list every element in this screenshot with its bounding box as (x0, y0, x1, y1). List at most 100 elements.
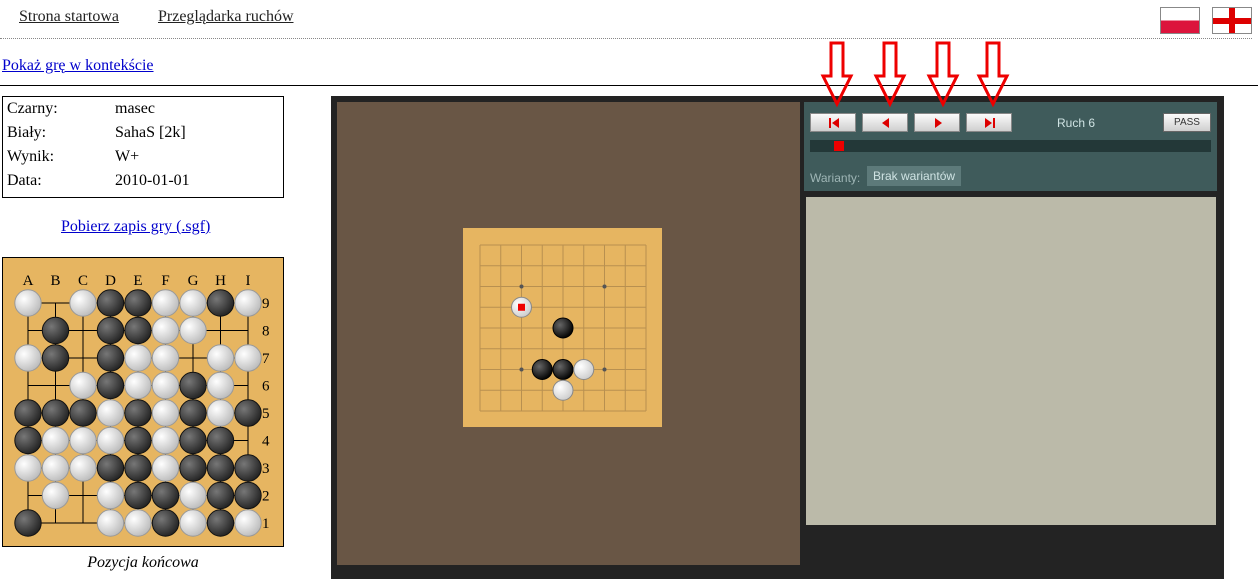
column-label: D (105, 273, 116, 289)
white-stone (41, 454, 70, 482)
last-move-icon (985, 118, 995, 128)
white-stone (124, 509, 152, 537)
white-stone (151, 371, 180, 400)
black-stone (96, 344, 125, 372)
white-stone (14, 344, 42, 372)
variations-value[interactable]: Brak wariantów (867, 166, 962, 186)
black-stone (234, 454, 262, 482)
pass-button[interactable]: PASS (1163, 113, 1211, 132)
black-stone (41, 399, 70, 427)
white-stone (234, 289, 262, 317)
black-stone (96, 454, 125, 482)
info-value: masec (115, 100, 155, 117)
next-move-button[interactable] (914, 113, 960, 132)
row-label: 5 (262, 406, 270, 422)
goban-svg[interactable] (463, 228, 662, 427)
black-stone (124, 289, 152, 317)
first-move-button[interactable] (810, 113, 856, 132)
black-stone (206, 481, 235, 510)
white-stone (69, 454, 97, 482)
white-stone (552, 379, 574, 401)
column-label: A (23, 273, 34, 289)
move-slider-thumb[interactable] (834, 141, 844, 151)
download-sgf-link[interactable]: Pobierz zapis gry (.sgf) (61, 218, 210, 236)
down-arrow-icon (873, 41, 907, 108)
info-row-black: Czarny: masec (7, 100, 277, 124)
polish-flag-icon[interactable] (1160, 7, 1200, 34)
black-stone (552, 359, 574, 380)
white-stone (206, 371, 235, 400)
row-label: 3 (262, 461, 270, 477)
column-label: F (161, 273, 169, 289)
next-move-icon (935, 118, 942, 128)
show-in-context-link[interactable]: Pokaż grę w kontekście (2, 57, 154, 75)
black-stone (124, 399, 152, 427)
black-stone (41, 344, 70, 372)
black-stone (41, 316, 70, 345)
white-stone (151, 426, 180, 455)
white-stone (41, 481, 70, 510)
divider (0, 85, 1258, 86)
column-label: I (246, 273, 251, 289)
final-position-svg: A 9 B 8 C 7 D 6 E 5 F 4 G 3 H 2 I 1 (14, 273, 270, 537)
first-move-icon (829, 118, 839, 128)
star-point (602, 367, 607, 372)
black-stone (552, 317, 574, 339)
last-move-button[interactable] (966, 113, 1012, 132)
info-label: Biały: (7, 124, 47, 141)
black-stone (96, 371, 125, 400)
annotation-arrows (820, 41, 1010, 108)
white-stone (96, 399, 125, 427)
final-position-caption: Pozycja końcowa (87, 554, 199, 571)
info-label: Wynik: (7, 148, 55, 165)
info-value: 2010-01-01 (115, 172, 190, 189)
white-stone (151, 399, 180, 427)
english-flag-icon[interactable] (1212, 7, 1252, 34)
column-label: E (133, 273, 142, 289)
goban[interactable] (463, 228, 662, 427)
previous-move-icon (882, 118, 889, 128)
row-label: 1 (262, 516, 270, 532)
black-stone (206, 426, 235, 455)
white-stone (179, 509, 207, 537)
white-stone (179, 316, 207, 345)
white-stone (234, 344, 262, 372)
black-stone (124, 316, 152, 345)
white-stone (41, 426, 70, 455)
white-stone (151, 289, 180, 317)
black-stone (96, 316, 125, 345)
down-arrow-icon (976, 41, 1010, 108)
last-move-marker (518, 303, 525, 311)
move-slider[interactable] (810, 140, 1211, 152)
black-stone (151, 509, 180, 537)
black-stone (531, 359, 553, 380)
black-stone (206, 509, 235, 537)
white-stone (124, 371, 152, 400)
black-stone (124, 426, 152, 455)
white-stone (206, 399, 235, 427)
star-point (602, 284, 607, 289)
info-row-white: Biały: SahaS [2k] (7, 124, 277, 148)
row-label: 7 (262, 351, 270, 367)
nav-link-home[interactable]: Strona startowa (19, 8, 119, 26)
nav-link-viewer[interactable]: Przeglądarka ruchów (158, 8, 294, 26)
white-stone (151, 454, 180, 482)
column-label: B (50, 273, 60, 289)
info-label: Czarny: (7, 100, 58, 117)
black-stone (96, 289, 125, 317)
white-stone (96, 481, 125, 510)
black-stone (151, 481, 180, 510)
star-point (519, 284, 524, 289)
black-stone (206, 289, 235, 317)
white-stone (151, 316, 180, 345)
white-stone (69, 371, 97, 400)
black-stone (179, 426, 207, 455)
move-counter: Ruch 6 (1057, 116, 1096, 130)
variations-label: Warianty: (810, 171, 861, 185)
black-stone (14, 509, 42, 537)
previous-move-button[interactable] (862, 113, 908, 132)
white-stone (96, 509, 125, 537)
black-stone (179, 454, 207, 482)
top-navigation: Strona startowa Przeglądarka ruchów (0, 0, 1252, 39)
down-arrow-icon (926, 41, 960, 108)
